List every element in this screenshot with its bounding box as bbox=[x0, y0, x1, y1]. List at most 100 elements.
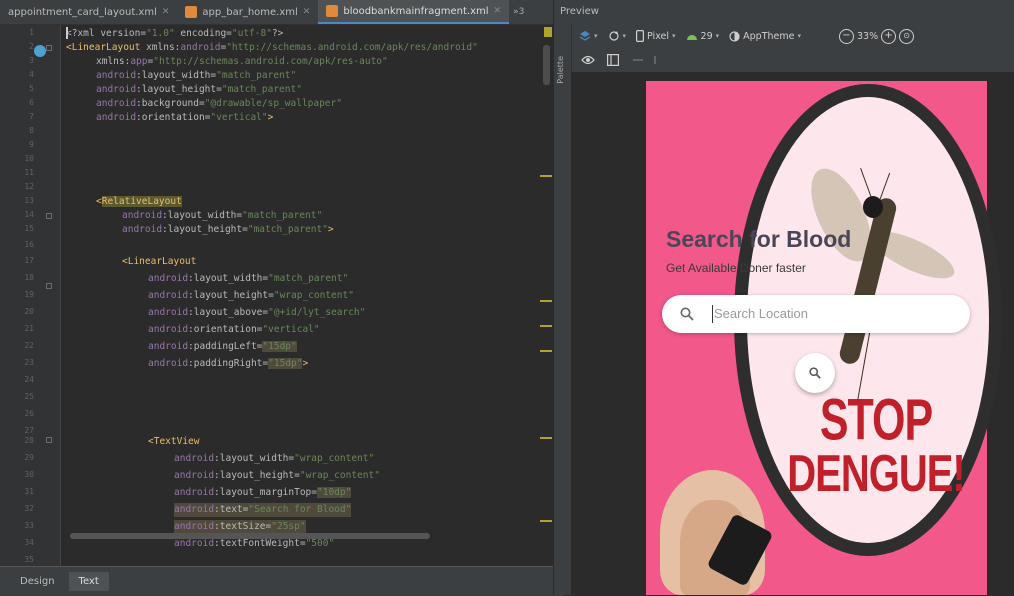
theme-selector[interactable]: AppTheme ▾ bbox=[729, 31, 801, 42]
vertical-scrollbar[interactable] bbox=[543, 45, 550, 85]
line-number: 21 bbox=[24, 324, 34, 333]
search-icon bbox=[809, 367, 821, 379]
eye-icon[interactable] bbox=[581, 55, 595, 65]
close-tab-icon[interactable]: ✕ bbox=[162, 7, 170, 17]
search-placeholder: Search Location bbox=[714, 306, 808, 321]
line-number: 7 bbox=[29, 112, 34, 121]
zoom-controls: − 33% + ⊙ bbox=[838, 28, 915, 44]
text-tab[interactable]: Text bbox=[68, 572, 109, 591]
design-surface-button[interactable]: ▾ bbox=[579, 30, 598, 42]
code-line-18: android:layout_above="@+id/lyt_search" bbox=[148, 307, 366, 318]
design-tab[interactable]: Design bbox=[10, 572, 65, 591]
theme-icon bbox=[729, 30, 740, 42]
line-number: 9 bbox=[29, 140, 34, 149]
line-number: 8 bbox=[29, 126, 34, 135]
line-number: 15 bbox=[24, 224, 34, 233]
line-number: 6 bbox=[29, 98, 34, 107]
code-line-11: <RelativeLayout bbox=[96, 196, 182, 207]
code-line-25: <TextView bbox=[148, 436, 200, 447]
line-number: 18 bbox=[24, 273, 34, 282]
preview-title: Preview bbox=[560, 6, 599, 17]
close-tab-icon[interactable]: ✕ bbox=[494, 6, 502, 16]
highlight-marker[interactable] bbox=[540, 175, 552, 177]
line-number: 31 bbox=[24, 487, 34, 496]
more-tabs-button[interactable]: »3 bbox=[509, 0, 528, 24]
xml-file-icon bbox=[326, 5, 339, 17]
fold-icon[interactable] bbox=[46, 437, 52, 443]
line-number: 26 bbox=[24, 409, 34, 418]
code-editor[interactable]: 1 2 3 4 5 6 7 8 9 10 11 12 13 14 15 16 17 18 19 20 21 22 23 24 2… bbox=[0, 25, 552, 567]
editor-mode-tabs: Design Text bbox=[0, 566, 563, 596]
close-tab-icon[interactable]: ✕ bbox=[303, 7, 311, 17]
mosquito-head bbox=[863, 196, 883, 218]
code-line-12: android:layout_width="match_parent" bbox=[122, 210, 323, 221]
line-number: 24 bbox=[24, 375, 34, 384]
fold-icon[interactable] bbox=[46, 45, 52, 51]
android-icon bbox=[686, 35, 697, 40]
margin-guides-icon[interactable] bbox=[631, 55, 661, 65]
highlight-marker[interactable] bbox=[540, 325, 552, 327]
zoom-fit-icon[interactable]: ⊙ bbox=[899, 28, 915, 44]
line-number: 5 bbox=[29, 84, 34, 93]
layout-preview-gutter-icon[interactable] bbox=[34, 45, 46, 57]
code-line-30: android:textSize="25sp" bbox=[174, 520, 306, 534]
code-line-26: android:layout_width="wrap_content" bbox=[174, 453, 375, 464]
code-line-16: android:layout_width="match_parent" bbox=[148, 273, 349, 284]
line-number: 25 bbox=[24, 392, 34, 401]
code-line-17: android:layout_height="wrap_content" bbox=[148, 290, 354, 301]
line-number: 3 bbox=[29, 56, 34, 65]
device-selector[interactable]: Pixel ▾ bbox=[636, 30, 676, 42]
line-number: 33 bbox=[24, 521, 34, 530]
device-label: Pixel bbox=[647, 30, 670, 42]
zoom-in-icon[interactable]: + bbox=[881, 28, 897, 44]
code-line-19: android:orientation="vertical" bbox=[148, 324, 320, 335]
line-number: 13 bbox=[24, 196, 34, 205]
highlight-marker[interactable] bbox=[540, 300, 552, 302]
code-line-7: android:orientation="vertical"> bbox=[96, 112, 274, 123]
highlight-marker[interactable] bbox=[540, 437, 552, 439]
editor-tab-bloodbankmainfragment[interactable]: bloodbankmainfragment.xml ✕ bbox=[318, 0, 510, 24]
editor-tab-app-bar-home[interactable]: app_bar_home.xml ✕ bbox=[177, 0, 318, 24]
fold-icon[interactable] bbox=[46, 283, 52, 289]
orientation-button[interactable]: ▾ bbox=[608, 30, 626, 42]
code-line-1: <?xml version="1.0" encoding="utf-8"?> bbox=[66, 28, 284, 39]
line-number: 27 bbox=[24, 426, 34, 435]
api-level-label: 29 bbox=[700, 30, 713, 42]
highlight-marker[interactable] bbox=[540, 520, 552, 522]
blueprint-toggle-icon[interactable] bbox=[607, 54, 619, 66]
line-number: 28 bbox=[24, 436, 34, 445]
line-number: 35 bbox=[24, 555, 34, 564]
app-title: Search for Blood bbox=[666, 226, 852, 252]
location-search-input[interactable]: Search Location bbox=[662, 295, 970, 333]
line-number: 14 bbox=[24, 210, 34, 219]
search-icon bbox=[680, 307, 694, 321]
phone-icon bbox=[636, 30, 645, 42]
code-line-3: xmlns:app="http://schemas.android.com/ap… bbox=[96, 56, 388, 67]
line-number: 22 bbox=[24, 341, 34, 350]
api-level-selector[interactable]: 29 ▾ bbox=[686, 30, 719, 42]
code-line-20: android:paddingLeft="15dp" bbox=[148, 341, 297, 352]
code-line-5: android:layout_height="match_parent" bbox=[96, 84, 302, 95]
line-number: 32 bbox=[24, 504, 34, 513]
line-number: 10 bbox=[24, 154, 34, 163]
line-number: 19 bbox=[24, 290, 34, 299]
code-line-27: android:layout_height="wrap_content" bbox=[174, 470, 380, 481]
editor-tab-label: bloodbankmainfragment.xml bbox=[343, 5, 489, 17]
zoom-out-icon[interactable]: − bbox=[838, 28, 854, 44]
horizontal-scrollbar[interactable] bbox=[70, 533, 430, 539]
editor-tab-appointment-card-layout[interactable]: appointment_card_layout.xml ✕ bbox=[0, 0, 177, 24]
palette-toggle[interactable]: Palette bbox=[556, 56, 565, 84]
code-line-31: android:textFontWeight="500" bbox=[174, 538, 335, 549]
theme-label: AppTheme bbox=[743, 30, 795, 42]
poster-text-stop: STOP bbox=[819, 387, 933, 453]
editor-tab-label: app_bar_home.xml bbox=[202, 6, 298, 18]
code-line-28: android:layout_marginTop="10dp" bbox=[174, 487, 352, 498]
warning-marker[interactable] bbox=[544, 27, 552, 37]
text-caret bbox=[66, 27, 68, 39]
line-number: 16 bbox=[24, 240, 34, 249]
code-line-13: android:layout_height="match_parent"> bbox=[122, 224, 334, 235]
fold-icon[interactable] bbox=[46, 213, 52, 219]
highlight-marker[interactable] bbox=[540, 350, 552, 352]
preview-toolbar-secondary bbox=[571, 50, 1014, 70]
code-line-21: android:paddingRight="15dp"> bbox=[148, 358, 309, 369]
